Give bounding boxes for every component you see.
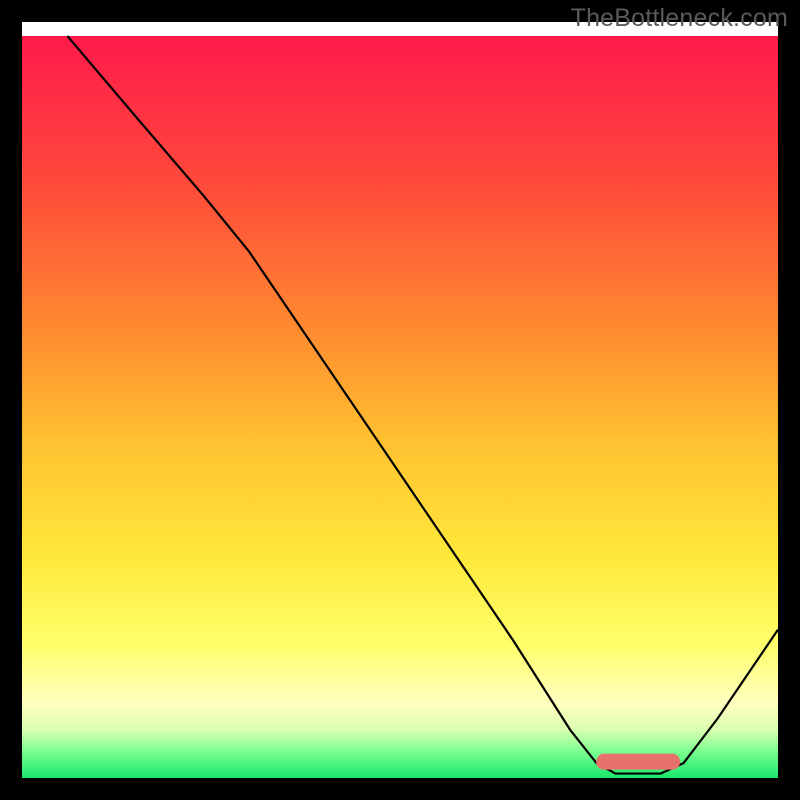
bottleneck-chart — [0, 0, 800, 800]
plot-background — [22, 36, 778, 778]
watermark-text: TheBottleneck.com — [571, 4, 788, 33]
